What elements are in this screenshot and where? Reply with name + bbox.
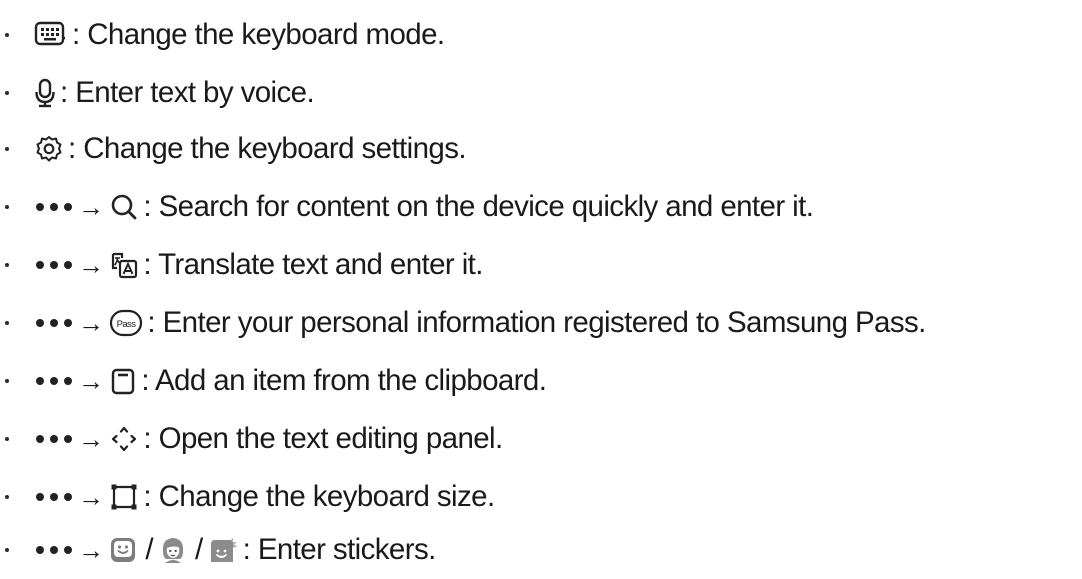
microphone-icon bbox=[34, 77, 56, 109]
arrow: → bbox=[78, 308, 104, 338]
samsung-pass-icon: Pass bbox=[109, 308, 143, 338]
item-text: : Enter stickers. bbox=[242, 533, 437, 566]
bitmoji-icon bbox=[209, 536, 239, 564]
more-options-icon bbox=[36, 435, 72, 443]
ar-emoji-icon bbox=[159, 535, 187, 565]
keyboard-size-icon bbox=[109, 482, 139, 512]
bullet bbox=[5, 379, 9, 383]
item-text: : Change the keyboard size. bbox=[143, 480, 495, 513]
item-text: : Change the keyboard mode. bbox=[72, 18, 445, 51]
separator: / bbox=[145, 533, 154, 566]
more-options-icon bbox=[36, 493, 72, 501]
translate-icon bbox=[109, 250, 139, 280]
more-options-icon bbox=[36, 319, 72, 327]
bullet bbox=[5, 437, 9, 441]
gear-icon bbox=[34, 134, 64, 164]
bullet bbox=[5, 147, 9, 151]
svg-text:Pass: Pass bbox=[117, 319, 137, 330]
arrow: → bbox=[78, 250, 104, 280]
bullet bbox=[5, 321, 9, 325]
separator: / bbox=[195, 533, 203, 566]
bullet bbox=[5, 33, 9, 37]
more-options-icon bbox=[36, 203, 72, 211]
item-text: : Open the text editing panel. bbox=[143, 422, 503, 455]
arrow: → bbox=[78, 482, 104, 512]
clipboard-icon bbox=[109, 366, 137, 396]
item-text: : Enter your personal information regist… bbox=[147, 306, 926, 339]
sticker-icon bbox=[109, 536, 137, 564]
item-text: : Add an item from the clipboard. bbox=[141, 364, 547, 397]
text-editing-icon bbox=[109, 424, 139, 454]
arrow: → bbox=[78, 192, 104, 222]
item-text: : Translate text and enter it. bbox=[143, 248, 483, 281]
more-options-icon bbox=[36, 377, 72, 385]
more-options-icon bbox=[36, 261, 72, 269]
search-icon bbox=[109, 192, 139, 222]
keyboard-icon bbox=[34, 20, 68, 50]
arrow: → bbox=[78, 424, 104, 454]
bullet bbox=[5, 91, 9, 95]
arrow: → bbox=[78, 366, 104, 396]
bullet bbox=[5, 205, 9, 209]
bullet bbox=[5, 495, 9, 499]
item-text: : Enter text by voice. bbox=[60, 76, 315, 109]
bullet bbox=[5, 548, 9, 552]
more-options-icon bbox=[36, 546, 72, 554]
bullet bbox=[5, 263, 9, 267]
arrow: → bbox=[78, 535, 104, 565]
item-text: : Change the keyboard settings. bbox=[68, 132, 467, 165]
item-text: : Search for content on the device quick… bbox=[143, 190, 814, 223]
